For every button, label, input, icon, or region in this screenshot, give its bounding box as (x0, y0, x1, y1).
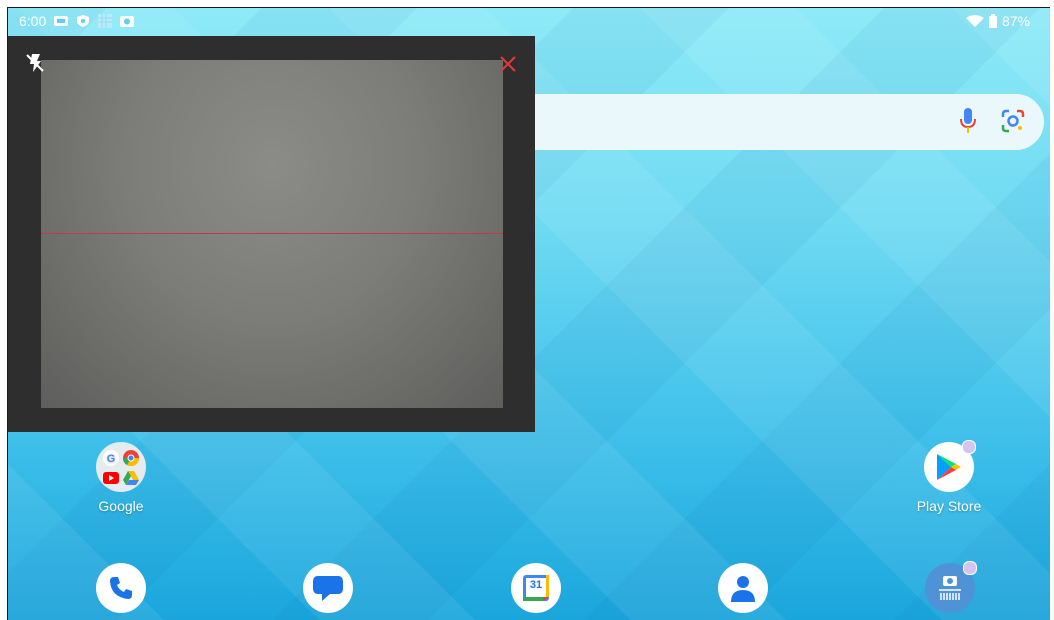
dock-messages[interactable] (303, 563, 353, 613)
notification-dot (962, 440, 976, 454)
folder-icon: G (96, 442, 146, 492)
battery-icon (988, 14, 997, 28)
status-bar: 6:00 87% (8, 8, 1050, 36)
mic-icon[interactable] (960, 108, 976, 134)
scanner-camera-icon (925, 561, 977, 613)
search-bar[interactable] (508, 94, 1044, 150)
battery-percent: 87% (1001, 13, 1030, 29)
app-label: Google (98, 498, 144, 514)
app-label: Play Store (916, 498, 982, 514)
close-icon[interactable] (498, 54, 518, 74)
dock-phone[interactable] (96, 563, 146, 613)
calendar-date: 31 (529, 579, 543, 591)
cast-icon (54, 16, 69, 26)
drive-icon (122, 469, 140, 486)
notification-dot (963, 561, 977, 575)
shield-icon (77, 15, 90, 27)
dock-contacts[interactable] (718, 563, 768, 613)
scan-line (41, 233, 503, 234)
contacts-icon (718, 563, 768, 613)
dock-scanner[interactable] (925, 561, 977, 613)
play-store-icon (924, 440, 976, 492)
calendar-icon: 31 (511, 563, 561, 613)
messages-icon (303, 563, 353, 613)
play-store-app[interactable]: Play Store (909, 440, 989, 514)
wifi-icon (965, 15, 984, 27)
search-actions (960, 108, 1026, 134)
scanner-overlay (8, 36, 535, 432)
svg-text:G: G (107, 453, 116, 465)
status-left: 6:00 (19, 13, 135, 29)
clock: 6:00 (19, 13, 47, 29)
youtube-icon (102, 469, 120, 486)
home-screen: 6:00 87% G Google Play Store 31 (7, 7, 1050, 620)
sim-grid-icon (98, 14, 113, 28)
chrome-icon (122, 448, 140, 467)
flash-off-icon[interactable] (24, 52, 46, 74)
lens-icon[interactable] (1000, 108, 1026, 134)
screenshot-icon (120, 16, 135, 27)
camera-preview (41, 60, 503, 408)
dock-calendar[interactable]: 31 (511, 563, 561, 613)
status-right: 87% (965, 13, 1030, 29)
phone-icon (96, 563, 146, 613)
google-app-icon: G (102, 448, 120, 467)
google-folder[interactable]: G Google (81, 442, 161, 514)
